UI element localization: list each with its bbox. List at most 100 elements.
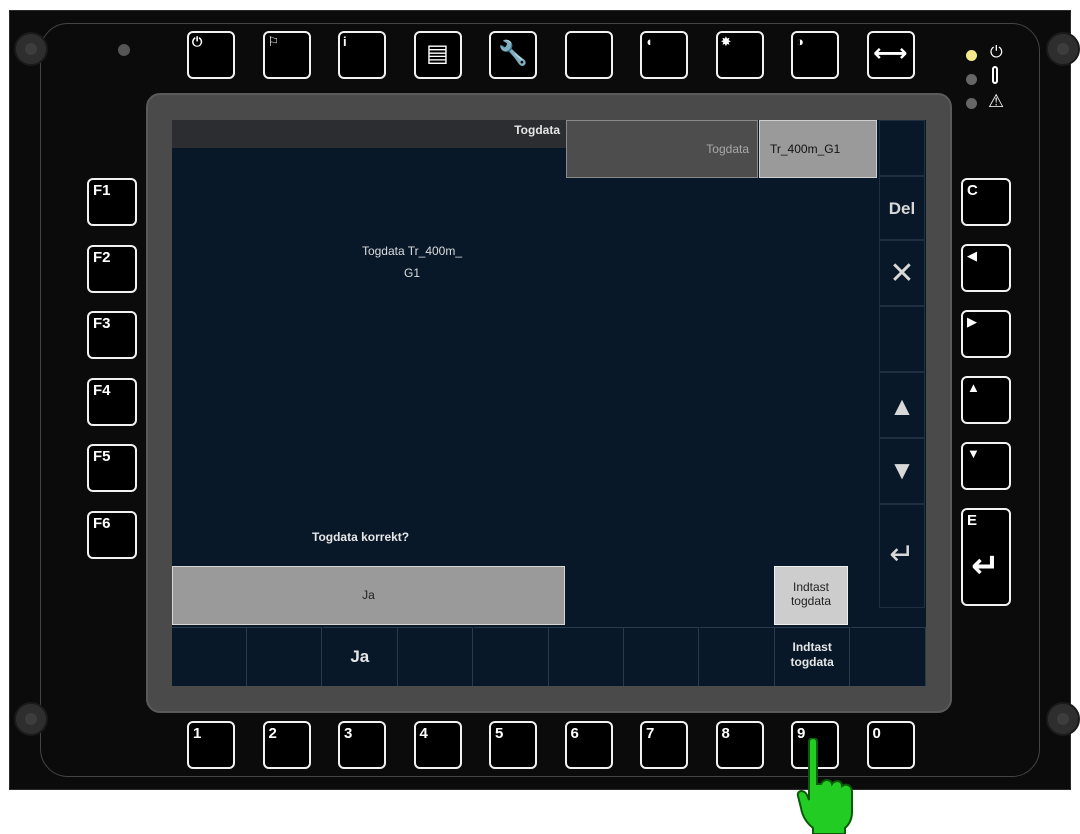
tab-togdata[interactable]: Togdata <box>566 120 758 178</box>
warning-led <box>966 98 977 109</box>
number-key-2[interactable]: 2 <box>262 721 311 769</box>
pointer-hand-icon <box>796 738 853 834</box>
title-bar: Togdata <box>172 120 566 148</box>
top-key-7[interactable]: ◖ <box>640 31 688 79</box>
delete-button[interactable]: Del <box>879 176 925 240</box>
top-key-3[interactable]: i <box>338 31 386 79</box>
softkey-4[interactable] <box>398 627 474 686</box>
light-sensor <box>118 44 130 56</box>
key-label: 7 <box>646 725 655 742</box>
top-key-1[interactable]: ⏻ <box>187 31 235 79</box>
yes-button[interactable]: Ja <box>172 566 565 625</box>
expand-arrows-icon: ⟷ <box>873 40 908 67</box>
softkey-label <box>549 628 623 640</box>
tab-train-name[interactable]: Tr_400m_G1 <box>759 120 877 178</box>
key-label: F2 <box>93 248 111 266</box>
key-label: 5 <box>495 725 504 742</box>
top-key-10[interactable]: ⟷ <box>866 31 915 79</box>
top-key-2[interactable]: ⚐ <box>262 31 311 79</box>
power-led <box>966 50 977 61</box>
softkey-6[interactable] <box>549 627 624 686</box>
top-key-6[interactable] <box>564 31 613 79</box>
number-key-0[interactable]: 0 <box>866 721 915 769</box>
function-key-f5[interactable]: F5 <box>87 444 137 492</box>
number-key-5[interactable]: 5 <box>489 721 537 769</box>
right-side-panel: Del ✕ ▲ ▼ ↵ <box>879 120 926 608</box>
softkey-9[interactable]: Indtast togdata <box>775 627 851 686</box>
number-key-3[interactable]: 3 <box>338 721 386 769</box>
right-key-arrow-up[interactable]: ▲ <box>961 376 1011 424</box>
softkey-label <box>398 628 472 640</box>
right-key-arrow-left[interactable]: ◀ <box>961 244 1011 292</box>
close-icon[interactable]: ✕ <box>879 240 925 306</box>
enter-icon[interactable]: ↵ <box>879 504 925 608</box>
softkey-2[interactable] <box>247 627 323 686</box>
softkey-10[interactable] <box>850 627 926 686</box>
arrow-down-icon: ▼ <box>967 446 980 461</box>
message-line: Togdata Tr_400m_ <box>361 244 463 258</box>
function-key-f2[interactable]: F2 <box>87 244 137 293</box>
function-key-f4[interactable]: F4 <box>87 377 137 426</box>
softkey-7[interactable] <box>624 627 700 686</box>
power-icon: ⏻ <box>192 34 203 49</box>
screw-icon <box>1046 32 1080 66</box>
number-key-8[interactable]: 8 <box>715 721 764 769</box>
top-key-5[interactable]: 🔧 <box>489 31 537 79</box>
arrow-left-icon: ◀ <box>967 248 977 263</box>
key-label: F6 <box>93 514 111 532</box>
function-key-f6[interactable]: F6 <box>87 510 137 559</box>
right-key-enter[interactable]: E ↵ <box>961 508 1011 606</box>
right-key-clear[interactable]: C <box>961 178 1011 226</box>
message-line: G1 <box>403 266 420 280</box>
number-key-7[interactable]: 7 <box>640 721 688 769</box>
number-key-6[interactable]: 6 <box>564 721 613 769</box>
speaker-icon: ◖ <box>645 34 653 49</box>
return-arrow-icon: ↵ <box>971 547 1000 585</box>
wrench-icon: 🔧 <box>498 40 528 67</box>
function-key-f3[interactable]: F3 <box>87 311 137 359</box>
screw-icon <box>1046 702 1080 736</box>
side-blank-top <box>879 120 925 176</box>
softkey-bar: Ja Indtast togdata <box>172 627 926 686</box>
key-label: 3 <box>344 725 353 742</box>
key-label: 2 <box>268 725 277 742</box>
page-title: Togdata <box>514 123 560 137</box>
tab-train-name-label: Tr_400m_G1 <box>770 142 841 156</box>
scroll-down-icon[interactable]: ▼ <box>879 438 925 504</box>
screw-icon <box>14 32 48 66</box>
arrow-up-icon: ▲ <box>967 380 980 395</box>
function-key-f1[interactable]: F1 <box>87 178 137 226</box>
clear-icon: C <box>967 182 978 199</box>
key-label: 6 <box>570 725 579 742</box>
right-key-arrow-down[interactable]: ▼ <box>961 442 1011 490</box>
key-label: F5 <box>93 448 111 465</box>
right-key-arrow-right[interactable]: ▶ <box>961 310 1011 358</box>
softkey-5[interactable] <box>473 627 549 686</box>
top-key-4[interactable]: ▤ <box>413 31 462 79</box>
side-blank-middle <box>879 306 925 372</box>
softkey-1[interactable] <box>172 627 247 686</box>
key-label: 0 <box>872 725 881 742</box>
arrow-right-icon: ▶ <box>967 314 977 329</box>
warning-icon: ⚠ <box>988 91 1005 111</box>
softkey-3[interactable]: Ja <box>322 627 398 686</box>
number-key-4[interactable]: 4 <box>413 721 462 769</box>
key-label: F4 <box>93 381 111 399</box>
softkey-label <box>700 628 774 640</box>
number-key-1[interactable]: 1 <box>187 721 235 769</box>
key-label: 1 <box>193 725 202 742</box>
display-screen: Togdata Togdata Tr_400m_G1 Togdata Tr_40… <box>172 120 926 686</box>
top-key-8[interactable]: ✸ <box>715 31 764 79</box>
softkey-label <box>172 628 246 640</box>
enter-train-data-button[interactable]: Indtast togdata <box>774 566 848 625</box>
softkey-8[interactable] <box>699 627 775 686</box>
flag-icon: ⚐ <box>267 34 280 49</box>
softkey-label: Indtast togdata <box>790 640 834 669</box>
confirm-question: Togdata korrekt? <box>312 530 410 544</box>
softkey-label: Ja <box>350 647 370 666</box>
top-key-9[interactable]: ◑ <box>791 31 839 79</box>
key-label: F1 <box>93 182 111 199</box>
enter-icon: E <box>967 512 978 529</box>
document-icon: ▤ <box>426 40 449 67</box>
scroll-up-icon[interactable]: ▲ <box>879 372 925 438</box>
